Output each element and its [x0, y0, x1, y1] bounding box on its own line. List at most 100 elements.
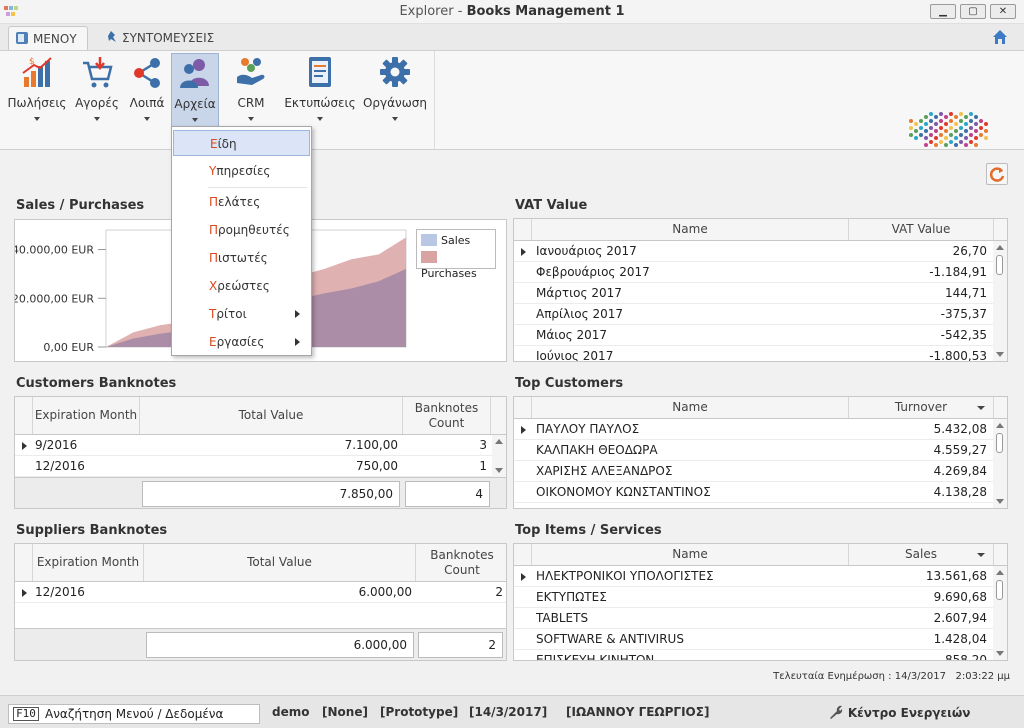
maximize-button[interactable]: ▢ — [960, 4, 986, 19]
row-indicator — [514, 608, 532, 629]
vat-scrollbar[interactable] — [993, 241, 1007, 361]
ti-col-name[interactable]: Name — [532, 544, 849, 565]
table-row[interactable]: TABLETS 2.607,94 — [514, 608, 1007, 629]
table-row[interactable]: ΕΚΤΥΠΩΤΕΣ 9.690,68 — [514, 587, 1007, 608]
table-row[interactable]: 12/2016 750,00 1 — [15, 456, 506, 477]
table-row[interactable]: SOFTWARE & ANTIVIRUS 1.428,04 — [514, 629, 1007, 650]
vat-col-name[interactable]: Name — [532, 219, 849, 240]
cell-count: 3 — [479, 438, 487, 452]
minimize-button[interactable]: ▁ — [930, 4, 956, 19]
menu-item[interactable]: Τρίτοι — [173, 301, 310, 327]
status-person: [ΙΩΑΝΝΟΥ ΓΕΩΡΓΙΟΣ] — [566, 705, 710, 719]
row-indicator — [514, 629, 532, 650]
cell-month: 12/2016 — [35, 585, 85, 599]
legend-sales-label: Sales — [441, 234, 471, 247]
cell-value: 144,71 — [945, 286, 987, 300]
cb-scrollbar[interactable] — [492, 435, 506, 477]
ribbon-button-organization[interactable]: Οργάνωση — [362, 53, 428, 121]
menu-item-label: ίδη — [217, 137, 237, 151]
table-row[interactable]: Μάιος 2017 -542,35 — [514, 325, 1007, 346]
table-row[interactable]: Φεβρουάριος 2017 -1.184,91 — [514, 262, 1007, 283]
ribbon-button-files[interactable]: Αρχεία — [171, 53, 219, 127]
home-icon[interactable] — [992, 29, 1008, 45]
table-row[interactable]: ΗΛΕΚΤΡΟΝΙΚΟΙ ΥΠΟΛΟΓΙΣΤΕΣ 13.561,68 — [514, 566, 1007, 587]
cb-footer: 7.850,00 4 — [15, 477, 506, 508]
table-row[interactable]: ΧΑΡΙΣΗΣ ΑΛΕΞΑΝΔΡΟΣ 4.269,84 — [514, 461, 1007, 482]
tc-col-name[interactable]: Name — [532, 397, 849, 418]
header-indicator — [15, 397, 33, 434]
report-icon — [309, 57, 331, 87]
table-row[interactable]: Απρίλιος 2017 -375,37 — [514, 304, 1007, 325]
sb-col-count[interactable]: Banknotes Count — [416, 544, 506, 581]
ribbon-button-prints[interactable]: Εκτυπώσεις — [284, 53, 356, 121]
sb-col-month[interactable]: Expiration Month — [33, 544, 144, 581]
ti-col-sales[interactable]: Sales — [849, 544, 994, 565]
chevron-down-icon — [34, 117, 40, 121]
scroll-thumb[interactable] — [996, 580, 1003, 600]
menu-item[interactable]: Πελάτες — [173, 189, 310, 215]
scroll-thumb[interactable] — [996, 433, 1003, 453]
cb-col-month[interactable]: Expiration Month — [33, 397, 140, 434]
scroll-down-icon[interactable] — [495, 468, 503, 473]
scroll-up-icon[interactable] — [996, 570, 1004, 575]
customers-banknotes-grid: Expiration Month Total Value Banknotes C… — [14, 396, 507, 509]
tab-menu[interactable]: ΜΕΝΟΥ — [8, 26, 88, 50]
gear-icon — [380, 57, 410, 87]
table-row[interactable]: ΠΑΥΛΟΥ ΠΑΥΛΟΣ 5.432,08 — [514, 419, 1007, 440]
table-row[interactable]: Μάρτιος 2017 144,71 — [514, 283, 1007, 304]
legend-purchases-label: Purchases — [421, 267, 477, 280]
menu-item[interactable]: Χρεώστες — [173, 273, 310, 299]
cell-value: 26,70 — [952, 244, 987, 258]
scroll-down-icon[interactable] — [996, 499, 1004, 504]
table-row[interactable]: Ιούνιος 2017 -1.800,53 — [514, 346, 1007, 361]
scroll-up-icon[interactable] — [996, 423, 1004, 428]
sb-col-total[interactable]: Total Value — [144, 544, 416, 581]
scroll-up-icon[interactable] — [996, 245, 1004, 250]
crm-icon — [237, 58, 265, 85]
submenu-arrow-icon — [295, 338, 300, 346]
cell-value: -542,35 — [940, 328, 987, 342]
table-row[interactable]: ΕΠΙΣΚΕΥΗ ΚΙΝΗΤΩΝ 858,20 — [514, 650, 1007, 660]
menu-item-accel: Π — [209, 195, 219, 209]
menu-search-input[interactable] — [45, 706, 255, 722]
cell-value: -375,37 — [940, 307, 987, 321]
f10-shortcut-badge: F10 — [13, 707, 39, 721]
cell-month: 12/2016 — [35, 459, 85, 473]
ti-scrollbar[interactable] — [993, 566, 1007, 660]
menu-item[interactable]: Είδη — [173, 130, 310, 156]
scroll-up-icon[interactable] — [495, 439, 503, 444]
scroll-down-icon[interactable] — [996, 651, 1004, 656]
table-row[interactable]: 9/2016 7.100,00 3 — [15, 435, 506, 456]
submenu-arrow-icon — [295, 310, 300, 318]
vat-col-value[interactable]: VAT Value — [849, 219, 994, 240]
cb-col-count[interactable]: Banknotes Count — [403, 397, 491, 434]
close-button[interactable]: ✕ — [990, 4, 1016, 19]
ribbon-button-crm[interactable]: CRM — [228, 53, 274, 121]
table-row[interactable]: 12/2016 6.000,00 2 — [15, 582, 506, 603]
table-row[interactable]: Ιανουάριος 2017 26,70 — [514, 241, 1007, 262]
scroll-down-icon[interactable] — [996, 352, 1004, 357]
top-items-header: Name Sales — [514, 544, 1007, 566]
cb-col-total[interactable]: Total Value — [140, 397, 403, 434]
table-row[interactable]: ΚΑΛΠΑΚΗ ΘΕΟΔΩΡΑ 4.559,27 — [514, 440, 1007, 461]
action-center-button[interactable]: Κέντρο Ενεργειών — [828, 704, 970, 720]
menu-item[interactable]: Εργασίες — [173, 329, 310, 355]
scroll-thumb[interactable] — [996, 255, 1003, 275]
tc-col-turnover[interactable]: Turnover — [849, 397, 994, 418]
cell-value: 1.428,04 — [933, 632, 987, 646]
refresh-button[interactable] — [986, 163, 1008, 185]
last-update-date: 14/3/2017 — [894, 671, 946, 682]
menu-search-box[interactable]: F10 — [8, 704, 260, 724]
menu-item[interactable]: Πιστωτές — [173, 245, 310, 271]
table-row[interactable]: ΟΙΚΟΝΟΜΟΥ ΚΩΝΣΤΑΝΤΙΝΟΣ 4.138,28 — [514, 482, 1007, 503]
ribbon-button-sales[interactable]: $ Πωλήσεις — [4, 53, 70, 121]
vat-title: VAT Value — [515, 198, 588, 213]
tc-scrollbar[interactable] — [993, 419, 1007, 508]
cell-value: 5.432,08 — [933, 422, 987, 436]
menu-item[interactable]: Προμηθευτές — [173, 217, 310, 243]
menu-item[interactable]: Υπηρεσίες — [173, 158, 310, 184]
tab-shortcuts[interactable]: ΣΥΝΤΟΜΕΥΣΕΙΣ — [98, 26, 224, 50]
refresh-icon — [989, 167, 1005, 182]
ribbon-button-other[interactable]: Λοιπά — [126, 53, 168, 121]
ribbon-button-purchases[interactable]: Αγορές — [74, 53, 120, 121]
